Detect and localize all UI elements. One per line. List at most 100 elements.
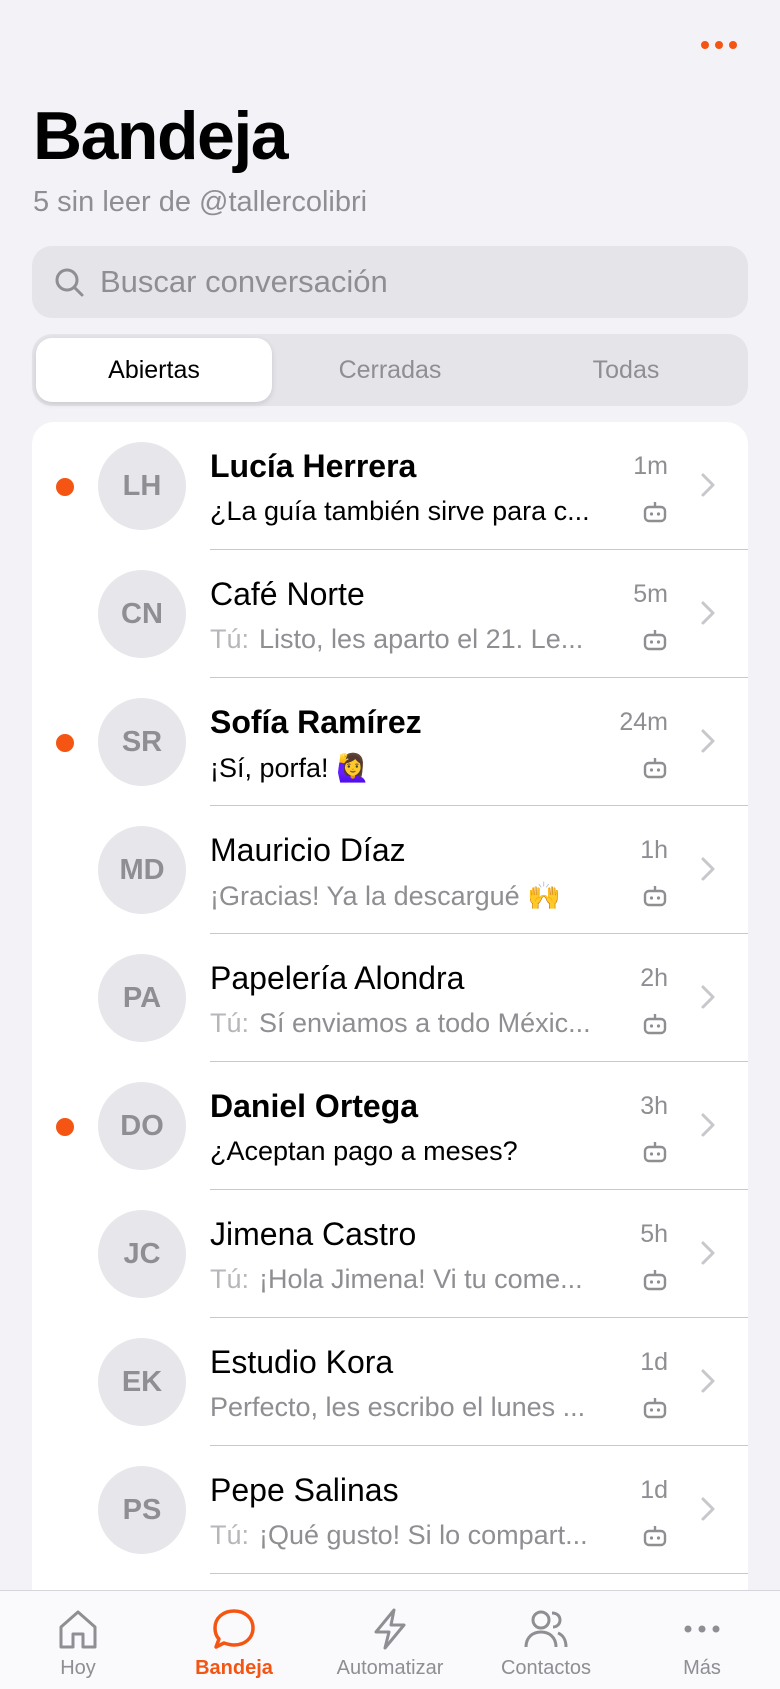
sender-prefix: Tú:: [210, 1264, 250, 1294]
chevron-right-icon: [700, 1496, 716, 1527]
avatar: MD: [98, 826, 186, 914]
contact-name: Jimena Castro: [210, 1216, 417, 1252]
more-options-button[interactable]: [694, 30, 744, 60]
home-icon: [59, 1610, 97, 1649]
more-horizontal-icon: [684, 1625, 720, 1633]
message-time: 1d: [640, 1348, 668, 1376]
preview-text: Perfecto, les escribo el lunes ...: [210, 1392, 586, 1422]
chevron-right-icon: [700, 600, 716, 631]
message-time: 1m: [633, 452, 668, 480]
row-divider: [210, 1573, 748, 1574]
message-time: 24m: [619, 708, 668, 736]
preview-text: Sí enviamos a todo Méxic...: [259, 1008, 591, 1038]
preview-text: ¿La guía también sirve para c...: [210, 496, 590, 526]
tabbar-item-hoy[interactable]: Hoy: [0, 1591, 156, 1689]
page-title: Bandeja: [33, 98, 289, 174]
message-preview: Tú: ¡Qué gusto! Si lo compart...: [210, 1520, 660, 1551]
more-dot: [715, 41, 723, 49]
tab-todas[interactable]: Todas: [508, 338, 744, 402]
sender-prefix: Tú:: [210, 1008, 250, 1038]
chat-bubble-icon: [213, 1609, 255, 1649]
conversation-row[interactable]: SR Sofía Ramírez 24m ¡Sí, porfa! 🙋‍♀️: [32, 678, 748, 806]
bot-icon: [642, 500, 668, 529]
contacts-icon: [524, 1610, 568, 1648]
conversation-row[interactable]: CN Café Norte 5m Tú: Listo, les aparto el 21…: [32, 550, 748, 678]
avatar: EK: [98, 1338, 186, 1426]
chevron-right-icon: [700, 1368, 716, 1399]
preview-text: ¡Sí, porfa! 🙋‍♀️: [210, 753, 370, 783]
bot-icon: [642, 884, 668, 913]
search-input[interactable]: [98, 263, 702, 301]
unread-dot: [56, 1118, 74, 1136]
tabbar-item-mas[interactable]: Más: [624, 1591, 780, 1689]
message-preview: ¿Aceptan pago a meses?: [210, 1136, 660, 1167]
message-time: 2h: [640, 964, 668, 992]
chevron-right-icon: [700, 984, 716, 1015]
avatar: CN: [98, 570, 186, 658]
search-icon: [55, 268, 84, 297]
avatar: LH: [98, 442, 186, 530]
contact-name: Daniel Ortega: [210, 1088, 419, 1124]
contact-name: Sofía Ramírez: [210, 704, 422, 740]
message-preview: Tú: Sí enviamos a todo Méxic...: [210, 1008, 660, 1039]
message-preview: ¿La guía también sirve para c...: [210, 496, 660, 527]
preview-text: Listo, les aparto el 21. Le...: [259, 624, 584, 654]
chevron-right-icon: [700, 472, 716, 503]
avatar: PS: [98, 1466, 186, 1554]
conversation-row[interactable]: PA Papelería Alondra 2h Tú: Sí enviamos a to…: [32, 934, 748, 1062]
conversation-row[interactable]: DO Daniel Ortega 3h ¿Aceptan pago a meses?: [32, 1062, 748, 1190]
sender-prefix: Tú:: [210, 1520, 250, 1550]
conversation-list: LH Lucía Herrera 1m ¿La guía también sirve …: [32, 422, 748, 1688]
unread-dot: [56, 734, 74, 752]
conversation-row[interactable]: JC Jimena Castro 5h Tú: ¡Hola Jimena! Vi tu …: [32, 1190, 748, 1318]
more-dot: [701, 41, 709, 49]
tab-cerradas[interactable]: Cerradas: [272, 338, 508, 402]
sender-prefix: Tú:: [210, 624, 250, 654]
avatar: JC: [98, 1210, 186, 1298]
bot-icon: [642, 756, 668, 785]
tab-bar: Hoy Bandeja Automatizar Contactos Más: [0, 1590, 780, 1689]
message-preview: ¡Gracias! Ya la descargué 🙌: [210, 880, 660, 912]
tab-abiertas[interactable]: Abiertas: [36, 338, 272, 402]
message-preview: Tú: ¡Hola Jimena! Vi tu come...: [210, 1264, 660, 1295]
tabbar-item-automatizar[interactable]: Automatizar: [312, 1591, 468, 1689]
bot-icon: [642, 1396, 668, 1425]
message-time: 5m: [633, 580, 668, 608]
conversation-row[interactable]: EK Estudio Kora 1d Perfecto, les escribo el…: [32, 1318, 748, 1446]
message-time: 1d: [640, 1476, 668, 1504]
contact-name: Estudio Kora: [210, 1344, 394, 1380]
filter-segmented-control: Abiertas Cerradas Todas: [32, 334, 748, 406]
message-preview: Tú: Listo, les aparto el 21. Le...: [210, 624, 660, 655]
contact-name: Pepe Salinas: [210, 1472, 399, 1508]
chevron-right-icon: [700, 1112, 716, 1143]
conversation-row[interactable]: PS Pepe Salinas 1d Tú: ¡Qué gusto! Si lo com…: [32, 1446, 748, 1574]
message-time: 5h: [640, 1220, 668, 1248]
search-bar[interactable]: [32, 246, 748, 318]
preview-text: ¡Qué gusto! Si lo compart...: [259, 1520, 588, 1550]
contact-name: Mauricio Díaz: [210, 832, 406, 868]
message-time: 3h: [640, 1092, 668, 1120]
bot-icon: [642, 1524, 668, 1553]
message-preview: ¡Sí, porfa! 🙋‍♀️: [210, 752, 660, 784]
page-subtitle: 5 sin leer de @tallercolibri: [33, 186, 368, 218]
conversation-row[interactable]: MD Mauricio Díaz 1h ¡Gracias! Ya la descarg…: [32, 806, 748, 934]
bot-icon: [642, 1268, 668, 1297]
bot-icon: [642, 1140, 668, 1169]
conversation-row[interactable]: LH Lucía Herrera 1m ¿La guía también sirve …: [32, 422, 748, 550]
tabbar-item-contactos[interactable]: Contactos: [468, 1591, 624, 1689]
bot-icon: [642, 628, 668, 657]
avatar: PA: [98, 954, 186, 1042]
lightning-icon: [374, 1608, 406, 1650]
preview-text: ¡Hola Jimena! Vi tu come...: [259, 1264, 583, 1294]
avatar: DO: [98, 1082, 186, 1170]
contact-name: Lucía Herrera: [210, 448, 417, 484]
tabbar-label: Más: [683, 1657, 721, 1679]
chevron-right-icon: [700, 856, 716, 887]
preview-text: ¡Gracias! Ya la descargué 🙌: [210, 881, 561, 911]
preview-text: ¿Aceptan pago a meses?: [210, 1136, 518, 1166]
chevron-right-icon: [700, 1240, 716, 1271]
unread-dot: [56, 478, 74, 496]
tabbar-label: Contactos: [500, 1657, 592, 1679]
tabbar-item-bandeja[interactable]: Bandeja: [156, 1591, 312, 1689]
message-time: 1h: [640, 836, 668, 864]
